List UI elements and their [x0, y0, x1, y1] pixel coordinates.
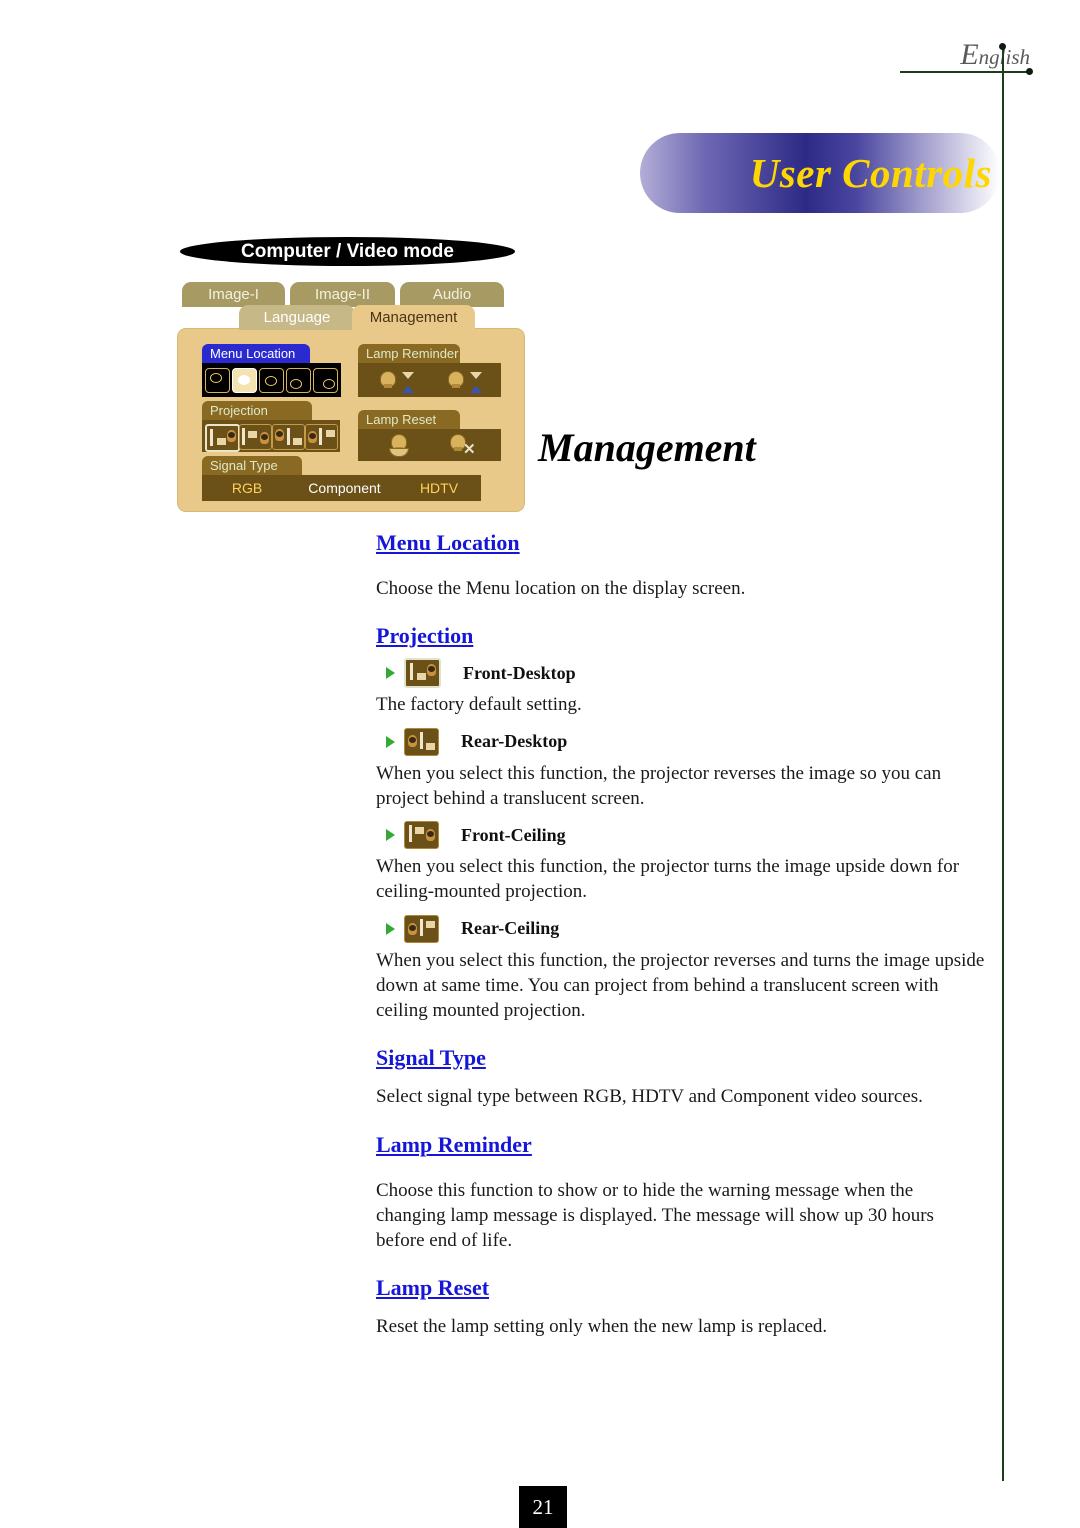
option-rear-ceiling: Rear-Ceiling [376, 914, 986, 944]
osd-tab-audio: Audio [400, 282, 504, 307]
user-controls-title: User Controls [749, 150, 992, 196]
lamp-base-icon [389, 448, 409, 457]
body-front-desktop: The factory default setting. [376, 694, 582, 716]
page-number: 21 [532, 1494, 554, 1519]
osd-signal-option-component: Component [308, 480, 381, 496]
osd-signal-option-hdtv: HDTV [419, 480, 459, 496]
option-label-rear-ceiling: Rear-Ceiling [461, 918, 560, 939]
heading-projection: Projection [376, 623, 474, 649]
hourglass-filled-icon [470, 372, 482, 393]
front-desktop-icon [404, 658, 441, 689]
heading-lamp-reset: Lamp Reset [376, 1275, 490, 1301]
osd-rear-desktop-icon [239, 424, 272, 450]
english-mark-initial: E [960, 38, 979, 71]
content-column: Menu Location Choose the Menu location o… [376, 530, 986, 1340]
osd-label-signal-type: Signal Type [202, 456, 302, 475]
menu-position-selected-icon [232, 368, 257, 393]
heading-signal-type: Signal Type [376, 1045, 486, 1071]
option-label-rear-desktop: Rear-Desktop [461, 731, 568, 752]
osd-projection-options [202, 420, 340, 452]
mode-banner-label: Computer / Video mode [241, 240, 454, 262]
rear-desktop-icon [404, 727, 439, 756]
body-lamp-reminder: Choose this function to show or to hide … [376, 1179, 934, 1252]
osd-menu-figure: Image-I Image-II Audio Language Manageme… [177, 282, 525, 512]
bullet-triangle-icon [386, 829, 395, 842]
body-rear-desktop: When you select this function, the proje… [376, 762, 942, 809]
rule-dot-top [999, 43, 1006, 50]
vertical-rule [1002, 47, 1004, 1481]
option-rear-desktop: Rear-Desktop [376, 727, 986, 757]
osd-label-lamp-reset: Lamp Reset [358, 410, 460, 429]
osd-front-ceiling-icon [272, 424, 305, 450]
menu-position-center-icon [259, 368, 284, 393]
osd-tab-management: Management [352, 305, 475, 330]
front-ceiling-icon [404, 821, 439, 850]
body-menu-location: Choose the Menu location on the display … [376, 578, 746, 599]
bullet-triangle-icon [386, 735, 395, 748]
menu-position-bottom-right-icon [313, 368, 338, 393]
osd-label-projection: Projection [202, 401, 312, 420]
osd-tab-image-2: Image-II [290, 282, 395, 307]
osd-tab-image-1: Image-I [182, 282, 285, 307]
hourglass-icon [402, 372, 414, 393]
body-front-ceiling: When you select this function, the proje… [376, 856, 960, 903]
horizontal-rule [900, 71, 1030, 73]
osd-front-desktop-icon [205, 424, 240, 452]
option-front-desktop: Front-Desktop [376, 658, 986, 689]
lamp-on-icon [380, 371, 396, 388]
bullet-triangle-icon [386, 667, 395, 680]
page-title: Management [538, 425, 756, 470]
bullet-triangle-icon [386, 922, 395, 935]
rule-dot-right [1026, 68, 1033, 75]
osd-lamp-reminder-options [358, 363, 501, 397]
body-rear-ceiling: When you select this function, the proje… [376, 949, 985, 1022]
menu-position-bottom-left-icon [286, 368, 311, 393]
osd-signal-type-options: RGB Component HDTV [202, 475, 481, 501]
body-signal-type: Select signal type between RGB, HDTV and… [376, 1086, 923, 1108]
osd-signal-option-rgb: RGB [231, 480, 263, 496]
option-front-ceiling: Front-Ceiling [376, 820, 986, 850]
rear-ceiling-icon [404, 914, 439, 943]
option-label-front-ceiling: Front-Ceiling [461, 824, 566, 845]
cancel-x-icon: ✕ [463, 441, 476, 458]
lamp-off-icon [448, 371, 464, 388]
option-label-front-desktop: Front-Desktop [463, 662, 576, 683]
menu-position-top-left-icon [205, 368, 230, 393]
body-lamp-reset: Reset the lamp setting only when the new… [376, 1316, 828, 1338]
osd-rear-ceiling-icon [305, 424, 338, 450]
heading-menu-location: Menu Location [376, 530, 520, 555]
osd-menu-location-options [202, 363, 341, 397]
osd-tab-language: Language [239, 305, 355, 330]
heading-lamp-reminder: Lamp Reminder [376, 1131, 532, 1157]
osd-lamp-reset-options: ✕ [358, 429, 501, 461]
osd-label-lamp-reminder: Lamp Reminder [358, 344, 460, 363]
osd-label-menu-location: Menu Location [202, 344, 310, 363]
